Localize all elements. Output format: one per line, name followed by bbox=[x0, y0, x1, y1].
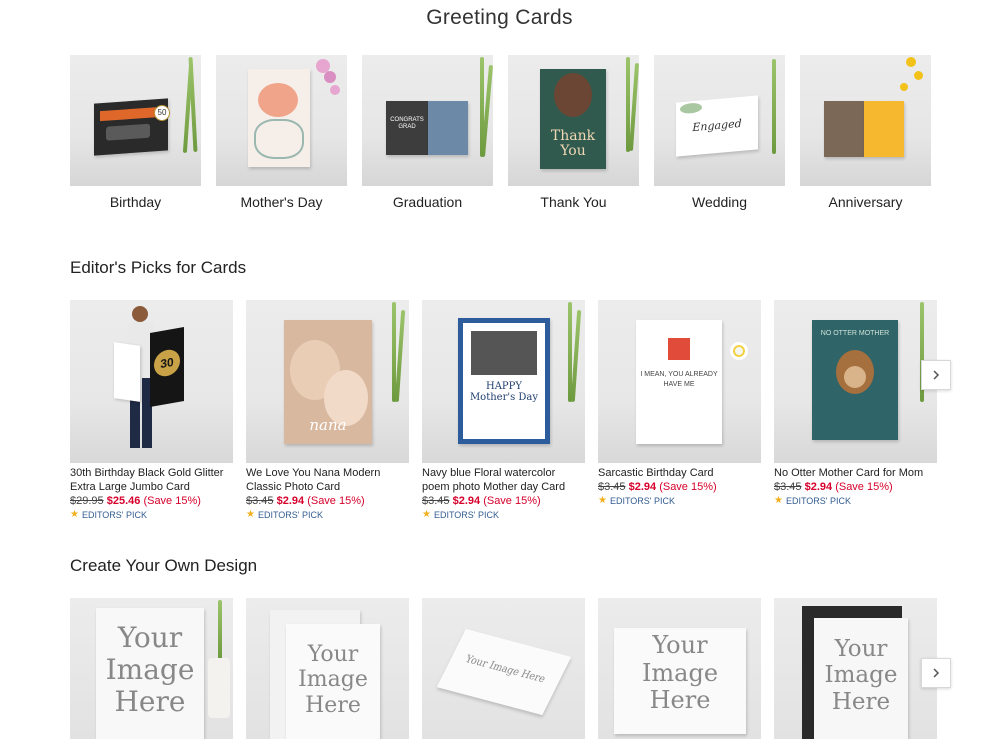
pick-image: nana bbox=[246, 300, 409, 463]
old-price: $3.45 bbox=[246, 495, 274, 507]
editors-pick-badge: ★ EDITORS' PICK bbox=[70, 509, 233, 520]
old-price: $3.45 bbox=[422, 495, 450, 507]
graduation-card-text: CONGRATS GRAD bbox=[390, 117, 424, 130]
pick-price: $3.45 $2.94 (Save 15%) bbox=[598, 480, 761, 494]
category-birthday-image: 50 bbox=[70, 55, 201, 186]
category-wedding-image: Engaged bbox=[654, 55, 785, 186]
pick-name[interactable]: No Otter Mother Card for Mom bbox=[774, 466, 937, 480]
pick-name[interactable]: 30th Birthday Black Gold Glitter Extra L… bbox=[70, 466, 233, 494]
pick-image: NO OTTER MOTHER bbox=[774, 300, 937, 463]
save-percent: (Save 15%) bbox=[307, 495, 365, 507]
category-graduation-label: Graduation bbox=[392, 194, 463, 210]
category-row: 50 Birthday Mother's Day CONGRATS GRAD G… bbox=[70, 55, 940, 210]
your-image-placeholder: Your Image Here bbox=[298, 642, 368, 718]
pick-card[interactable]: NO OTTER MOTHER No Otter Mother Card for… bbox=[774, 300, 937, 520]
pick-card-text: 30 bbox=[154, 347, 180, 379]
pick-name[interactable]: Navy blue Floral watercolor poem photo M… bbox=[422, 466, 585, 494]
create-own-next-button[interactable] bbox=[921, 658, 951, 688]
pick-image: I MEAN, YOU ALREADY HAVE ME bbox=[598, 300, 761, 463]
create-own-option[interactable]: Your Image Here bbox=[598, 598, 761, 739]
page-title: Greeting Cards bbox=[426, 6, 573, 29]
badge-label: EDITORS' PICK bbox=[785, 495, 852, 506]
category-mothers-day[interactable]: Mother's Day bbox=[216, 55, 347, 210]
create-own-option[interactable]: Your Image Here bbox=[774, 598, 937, 739]
your-image-placeholder: Your Image Here bbox=[824, 636, 898, 715]
pick-name[interactable]: We Love You Nana Modern Classic Photo Ca… bbox=[246, 466, 409, 494]
old-price: $29.95 bbox=[70, 495, 104, 507]
sale-price: $2.94 bbox=[452, 495, 481, 507]
editors-pick-badge: ★ EDITORS' PICK bbox=[246, 509, 409, 520]
chevron-right-icon bbox=[933, 370, 940, 380]
category-thank-you-label: Thank You bbox=[540, 194, 607, 210]
save-percent: (Save 15%) bbox=[835, 481, 893, 493]
star-icon: ★ bbox=[422, 509, 431, 520]
old-price: $3.45 bbox=[598, 481, 626, 493]
picks-next-button[interactable] bbox=[921, 360, 951, 390]
category-birthday[interactable]: 50 Birthday bbox=[70, 55, 201, 210]
your-image-placeholder: Your Image Here bbox=[463, 653, 548, 686]
star-icon: ★ bbox=[598, 495, 607, 506]
category-anniversary-image bbox=[800, 55, 931, 186]
category-thank-you-image: Thank You bbox=[508, 55, 639, 186]
category-thank-you[interactable]: Thank You Thank You bbox=[508, 55, 639, 210]
pick-card-text: I MEAN, YOU ALREADY HAVE ME bbox=[640, 371, 718, 388]
sale-price: $2.94 bbox=[628, 481, 657, 493]
sale-price: $25.46 bbox=[106, 495, 141, 507]
category-wedding[interactable]: Engaged Wedding bbox=[654, 55, 785, 210]
badge-label: EDITORS' PICK bbox=[81, 509, 148, 520]
category-graduation[interactable]: CONGRATS GRAD Graduation bbox=[362, 55, 493, 210]
your-image-placeholder: Your Image Here bbox=[641, 631, 719, 715]
save-percent: (Save 15%) bbox=[483, 495, 541, 507]
editors-picks-title: Editor's Picks for Cards bbox=[70, 258, 247, 277]
star-icon: ★ bbox=[246, 509, 255, 520]
sale-price: $2.94 bbox=[804, 481, 833, 493]
category-anniversary-label: Anniversary bbox=[828, 194, 903, 210]
pick-price: $29.95 $25.46 (Save 15%) bbox=[70, 494, 233, 508]
editors-pick-badge: ★ EDITORS' PICK bbox=[774, 495, 937, 506]
editors-pick-badge: ★ EDITORS' PICK bbox=[422, 509, 585, 520]
editors-pick-badge: ★ EDITORS' PICK bbox=[598, 495, 761, 506]
create-own-option[interactable]: Your Image Here bbox=[422, 598, 585, 739]
star-icon: ★ bbox=[70, 509, 79, 520]
create-own-option[interactable]: Your Image Here bbox=[70, 598, 233, 739]
pick-image: 30 bbox=[70, 300, 233, 463]
pick-card-text: HAPPY Mother's Day bbox=[469, 381, 539, 403]
thank-you-card-text: Thank You bbox=[550, 128, 596, 159]
star-icon: ★ bbox=[774, 495, 783, 506]
pick-name[interactable]: Sarcastic Birthday Card bbox=[598, 466, 761, 480]
badge-label: EDITORS' PICK bbox=[609, 495, 676, 506]
category-mothers-day-image bbox=[216, 55, 347, 186]
sale-price: $2.94 bbox=[276, 495, 305, 507]
pick-card-text: nana bbox=[309, 416, 347, 434]
create-own-title: Create Your Own Design bbox=[70, 556, 258, 575]
pick-card[interactable]: nana We Love You Nana Modern Classic Pho… bbox=[246, 300, 409, 520]
category-birthday-label: Birthday bbox=[109, 194, 162, 210]
pick-price: $3.45 $2.94 (Save 15%) bbox=[246, 494, 409, 508]
category-anniversary[interactable]: Anniversary bbox=[800, 55, 931, 210]
pick-card[interactable]: 30 30th Birthday Black Gold Glitter Extr… bbox=[70, 300, 233, 520]
pick-image: HAPPY Mother's Day bbox=[422, 300, 585, 463]
pick-price: $3.45 $2.94 (Save 15%) bbox=[422, 494, 585, 508]
chevron-right-icon bbox=[933, 668, 940, 678]
category-wedding-label: Wedding bbox=[691, 194, 747, 210]
category-graduation-image: CONGRATS GRAD bbox=[362, 55, 493, 186]
pick-card[interactable]: I MEAN, YOU ALREADY HAVE ME Sarcastic Bi… bbox=[598, 300, 761, 520]
old-price: $3.45 bbox=[774, 481, 802, 493]
pick-card-text: NO OTTER MOTHER bbox=[820, 330, 890, 337]
save-percent: (Save 15%) bbox=[143, 495, 201, 507]
editors-picks-row: 30 30th Birthday Black Gold Glitter Extr… bbox=[70, 300, 940, 520]
pick-card[interactable]: HAPPY Mother's Day Navy blue Floral wate… bbox=[422, 300, 585, 520]
pick-price: $3.45 $2.94 (Save 15%) bbox=[774, 480, 937, 494]
create-own-option[interactable]: Your Image Here bbox=[246, 598, 409, 739]
badge-label: EDITORS' PICK bbox=[257, 509, 324, 520]
badge-label: EDITORS' PICK bbox=[433, 509, 500, 520]
create-own-row: Your Image Here Your Image Here Your Ima… bbox=[70, 598, 940, 739]
category-mothers-day-label: Mother's Day bbox=[240, 194, 323, 210]
your-image-placeholder: Your Image Here bbox=[105, 621, 195, 719]
save-percent: (Save 15%) bbox=[659, 481, 717, 493]
wedding-card-text: Engaged bbox=[692, 116, 742, 135]
